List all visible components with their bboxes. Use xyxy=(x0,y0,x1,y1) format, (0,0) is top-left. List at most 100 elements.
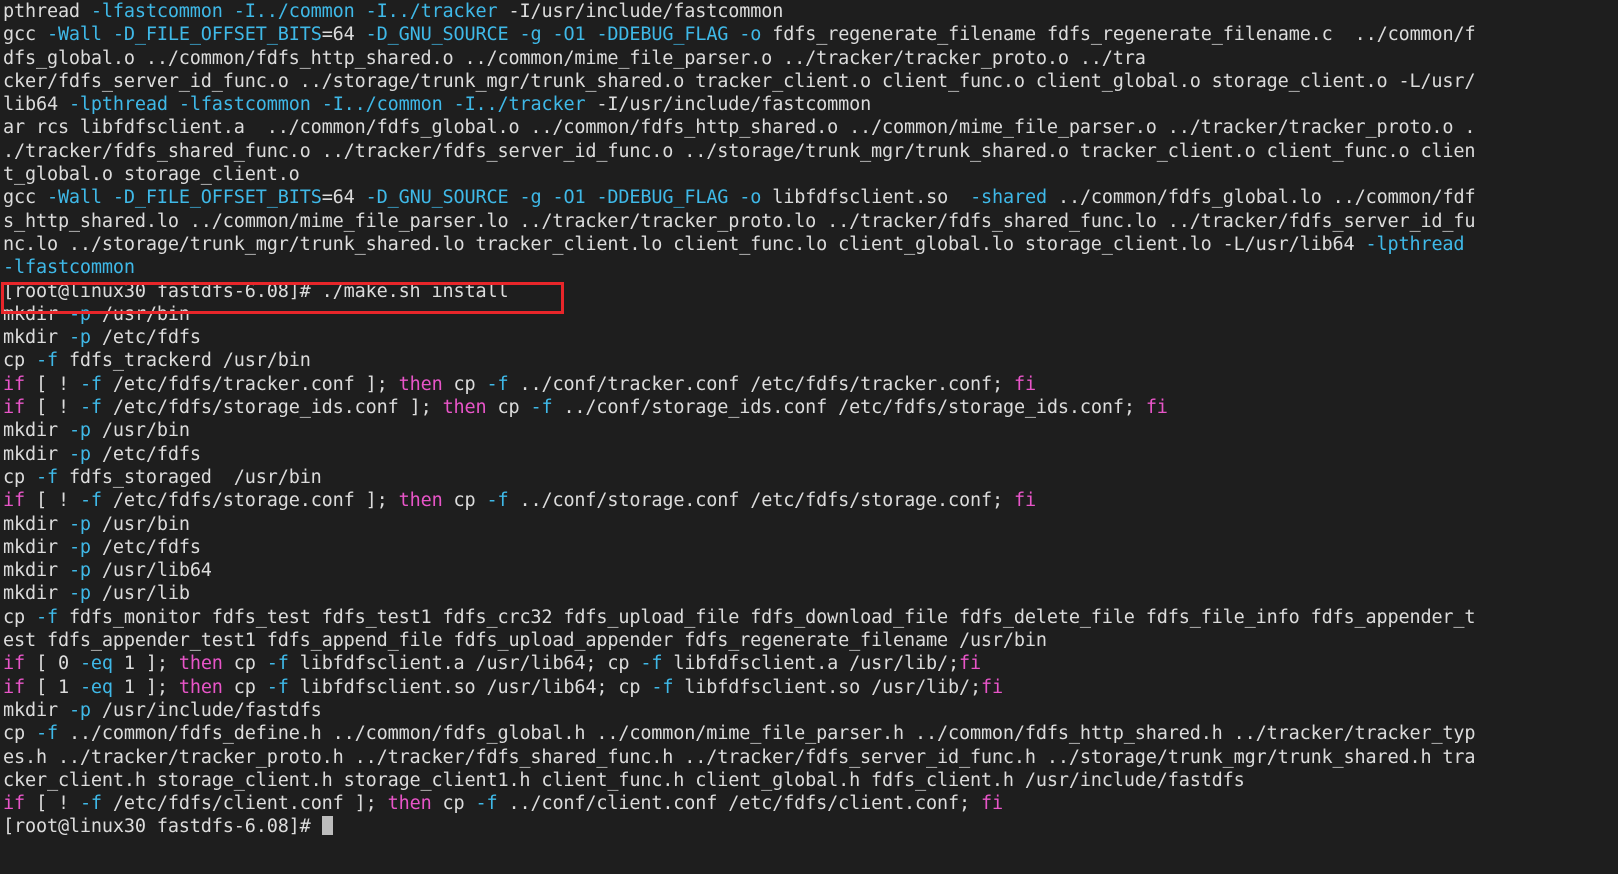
terminal-token: -f xyxy=(35,606,58,628)
terminal-token: fi xyxy=(1145,397,1168,419)
terminal-token: -f xyxy=(651,676,674,698)
terminal-token: -Wall xyxy=(46,24,102,46)
terminal-line: mkdir -p /etc/fdfs xyxy=(0,443,1618,466)
terminal-token: mkdir xyxy=(3,443,69,465)
terminal-token: /etc/fdfs/storage_ids.conf ]; xyxy=(101,397,443,419)
terminal-token: cp xyxy=(3,466,36,488)
terminal-line: if [ 1 -eq 1 ]; then cp -f libfdfsclient… xyxy=(0,676,1618,699)
terminal-token: fdfs_monitor fdfs_test fdfs_test1 fdfs_c… xyxy=(57,606,1476,628)
terminal-line: cp -f ../common/fdfs_define.h ../common/… xyxy=(0,722,1618,745)
terminal-token: libfdfsclient.a /usr/lib64; cp xyxy=(288,653,641,675)
terminal-line: est fdfs_appender_test1 fdfs_append_file… xyxy=(0,629,1618,652)
terminal-line: mkdir -p /etc/fdfs xyxy=(0,536,1618,559)
terminal-token: ar rcs libfdfsclient.a ../common/fdfs_gl… xyxy=(3,117,1476,139)
terminal-token: -DDEBUG_FLAG xyxy=(596,187,729,209)
terminal-token: cker_client.h storage_client.h storage_c… xyxy=(3,769,1245,791)
terminal-token: /usr/bin xyxy=(90,420,190,442)
terminal-token: ../common/fdfs_global.lo ../common/fdf xyxy=(1046,187,1476,209)
terminal-token: if xyxy=(3,676,25,698)
terminal-line: gcc -Wall -D_FILE_OFFSET_BITS=64 -D_GNU_… xyxy=(0,23,1618,46)
terminal-token: /etc/fdfs xyxy=(90,443,201,465)
terminal-output: pthread -lfastcommon -I../common -I../tr… xyxy=(0,0,1618,839)
terminal-line: dfs_global.o ../common/fdfs_http_shared.… xyxy=(0,47,1618,70)
terminal-token: fi xyxy=(981,676,1003,698)
terminal-line: cker/fdfs_server_id_func.o ../storage/tr… xyxy=(0,70,1618,93)
terminal-token: ../conf/tracker.conf /etc/fdfs/tracker.c… xyxy=(508,373,1014,395)
terminal-token: -o xyxy=(739,187,762,209)
terminal-token: fdfs_trackerd /usr/bin xyxy=(57,350,311,372)
terminal-token: -o xyxy=(739,24,762,46)
terminal-token: -f xyxy=(486,490,509,512)
terminal-token: cp xyxy=(3,723,36,745)
terminal-token: -p xyxy=(68,443,91,465)
terminal-line: gcc -Wall -D_FILE_OFFSET_BITS=64 -D_GNU_… xyxy=(0,186,1618,209)
terminal-token: /usr/include/fastdfs xyxy=(90,699,322,721)
terminal-token: mkdir xyxy=(3,536,69,558)
terminal-token: cp xyxy=(431,793,476,815)
terminal-token: -g xyxy=(519,187,542,209)
terminal-token: fi xyxy=(980,793,1003,815)
terminal-token: -shared xyxy=(970,187,1047,209)
terminal-line: if [ ! -f /etc/fdfs/storage_ids.conf ]; … xyxy=(0,396,1618,419)
terminal-token: /etc/fdfs xyxy=(90,327,201,349)
terminal-token: -p xyxy=(68,327,91,349)
terminal-token: ../conf/storage.conf /etc/fdfs/storage.c… xyxy=(508,490,1014,512)
terminal-window[interactable]: pthread -lfastcommon -I../common -I../tr… xyxy=(0,0,1618,874)
terminal-line: if [ 0 -eq 1 ]; then cp -f libfdfsclient… xyxy=(0,652,1618,675)
terminal-line: mkdir -p /usr/lib xyxy=(0,582,1618,605)
terminal-token: -I../tracker xyxy=(365,1,498,22)
terminal-line: if [ ! -f /etc/fdfs/storage.conf ]; then… xyxy=(0,489,1618,512)
terminal-token: -lfastcommon xyxy=(3,257,135,279)
terminal-token: -f xyxy=(266,653,289,675)
terminal-token: -f xyxy=(530,397,553,419)
terminal-line: mkdir -p /usr/include/fastdfs xyxy=(0,699,1618,722)
terminal-token: [root@linux30 fastdfs-6.08]# ./make.sh i… xyxy=(3,280,509,302)
terminal-token: then xyxy=(442,397,487,419)
terminal-token: -lfastcommon xyxy=(178,94,311,116)
terminal-token: pthread xyxy=(3,1,91,22)
terminal-token: mkdir xyxy=(3,560,69,582)
terminal-token: libfdfsclient.a /usr/lib/; xyxy=(662,653,960,675)
terminal-token: [ ! xyxy=(24,490,80,512)
terminal-token: then xyxy=(387,793,432,815)
terminal-token: [ 0 xyxy=(24,653,80,675)
terminal-token: =64 xyxy=(321,187,366,209)
terminal-token: libfdfsclient.so /usr/lib/; xyxy=(673,676,981,698)
terminal-line: lib64 -lpthread -lfastcommon -I../common… xyxy=(0,93,1618,116)
terminal-line: cp -f fdfs_monitor fdfs_test fdfs_test1 … xyxy=(0,606,1618,629)
terminal-token: if xyxy=(3,653,25,675)
terminal-line: mkdir -p /usr/bin xyxy=(0,419,1618,442)
terminal-token: -I../common xyxy=(321,94,443,116)
terminal-token: -p xyxy=(68,583,91,605)
terminal-line: ar rcs libfdfsclient.a ../common/fdfs_gl… xyxy=(0,116,1618,139)
terminal-token: if xyxy=(3,793,25,815)
terminal-token: [root@linux30 fastdfs-6.08]# xyxy=(3,816,322,838)
terminal-line: [root@linux30 fastdfs-6.08]# ./make.sh i… xyxy=(0,280,1618,303)
terminal-line: ./tracker/fdfs_shared_func.o ../tracker/… xyxy=(0,140,1618,163)
terminal-token: 1 ]; xyxy=(112,653,179,675)
terminal-line: if [ ! -f /etc/fdfs/client.conf ]; then … xyxy=(0,792,1618,815)
terminal-line: mkdir -p /usr/bin xyxy=(0,513,1618,536)
terminal-token: if xyxy=(3,490,25,512)
terminal-token: libfdfsclient.so /usr/lib64; cp xyxy=(288,676,652,698)
terminal-token: cp xyxy=(3,350,36,372)
terminal-token: -p xyxy=(68,699,91,721)
terminal-token: -f xyxy=(35,466,58,488)
terminal-token: /usr/bin xyxy=(90,513,190,535)
terminal-token: [ 1 xyxy=(24,676,80,698)
terminal-token: fi xyxy=(1013,373,1036,395)
terminal-token: -lfastcommon xyxy=(90,1,223,22)
terminal-token: -D_GNU_SOURCE xyxy=(365,187,509,209)
terminal-line: s_http_shared.lo ../common/mime_file_par… xyxy=(0,210,1618,233)
terminal-token: -f xyxy=(79,490,102,512)
terminal-token: est fdfs_appender_test1 fdfs_append_file… xyxy=(3,630,1047,652)
